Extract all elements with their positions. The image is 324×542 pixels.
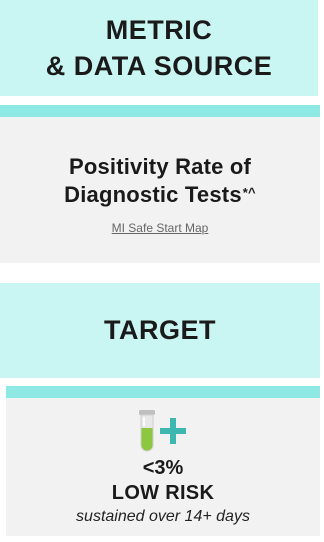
target-panel: <3% LOW RISK sustained over 14+ days xyxy=(6,398,320,536)
target-header: TARGET xyxy=(0,283,320,378)
target-label: TARGET xyxy=(104,315,216,345)
test-icons xyxy=(138,408,188,454)
metric-title-line-2: Diagnostic Tests xyxy=(64,182,242,207)
target-value: <3% xyxy=(142,457,184,479)
duration-note: sustained over 14+ days xyxy=(76,508,250,525)
header-line-2: & DATA SOURCE xyxy=(45,51,273,81)
metric-title-line-1: Positivity Rate of xyxy=(68,154,252,179)
footnote-marks: *^ xyxy=(242,185,256,200)
divider-stripe xyxy=(0,105,320,117)
divider-stripe-2 xyxy=(6,386,320,398)
data-source-link[interactable]: MI Safe Start Map xyxy=(112,221,209,235)
test-tube-icon xyxy=(139,410,155,452)
risk-level: LOW RISK xyxy=(111,482,215,504)
plus-icon xyxy=(160,418,186,444)
metric-panel: Positivity Rate of Diagnostic Tests*^ MI… xyxy=(0,117,320,263)
metric-title: Positivity Rate of Diagnostic Tests*^ xyxy=(64,153,256,209)
header-line-1: METRIC xyxy=(105,15,213,45)
metric-data-source-header: METRIC & DATA SOURCE xyxy=(0,0,318,96)
